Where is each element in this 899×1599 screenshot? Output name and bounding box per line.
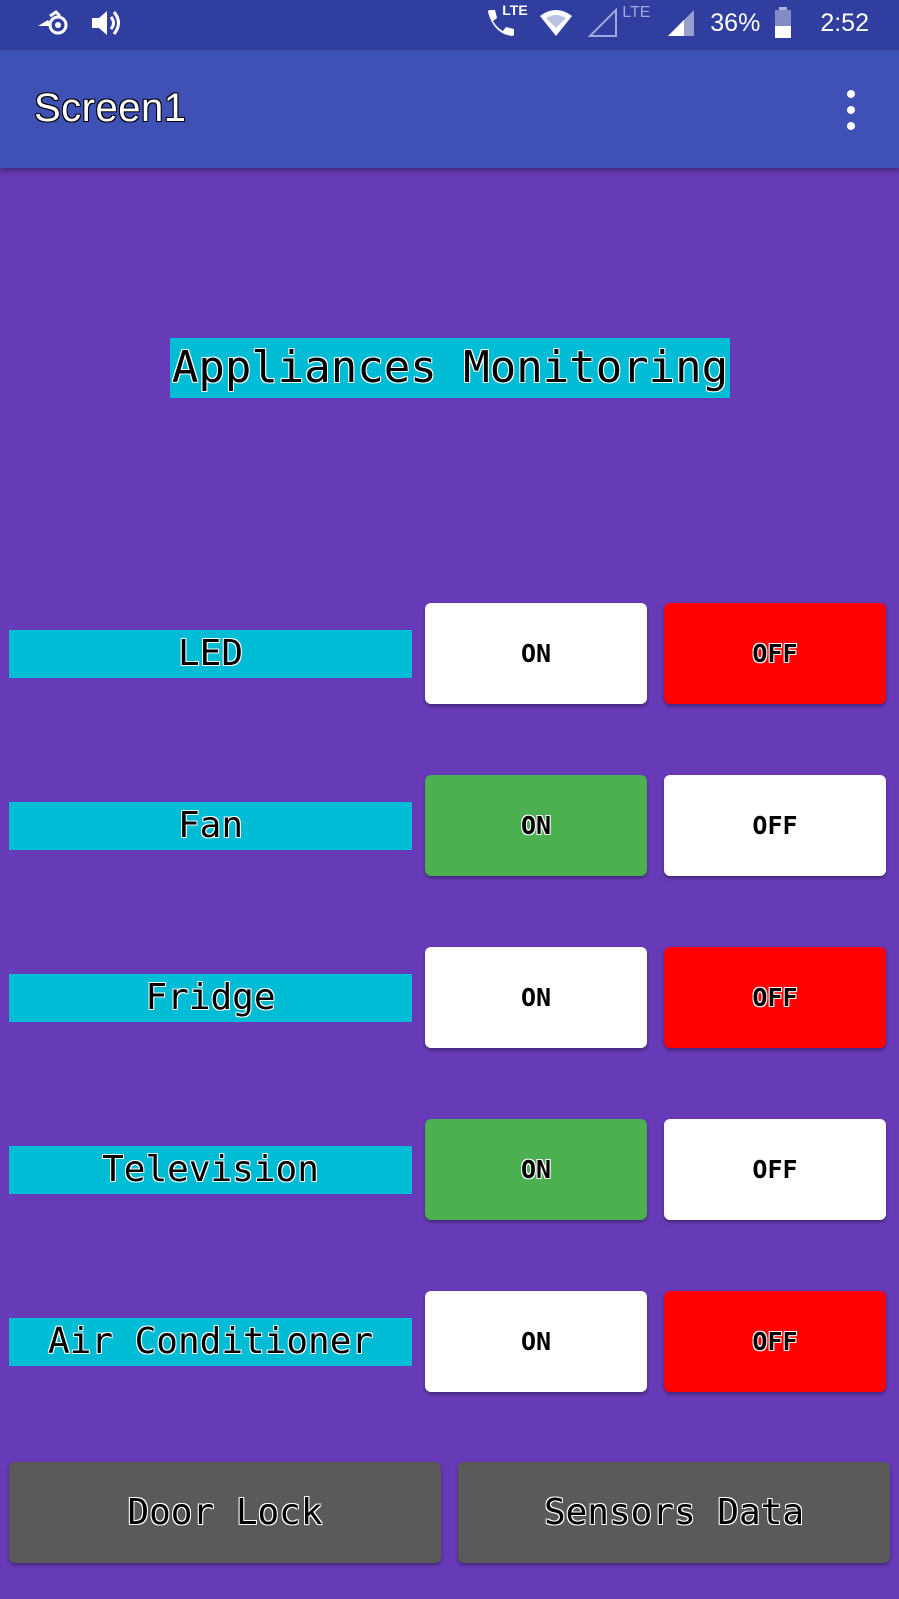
volume-icon (90, 8, 122, 38)
on-button[interactable]: ON (425, 603, 647, 704)
off-button[interactable]: OFF (664, 1119, 886, 1220)
app-bar: Screen1 (0, 50, 899, 168)
on-button[interactable]: ON (425, 947, 647, 1048)
off-button[interactable]: OFF (664, 947, 886, 1048)
app-title: Screen1 (34, 86, 187, 130)
status-bar-right: LTE LTE 36% 2:52 (484, 2, 869, 40)
on-button[interactable]: ON (425, 1119, 647, 1220)
status-bar-left (36, 8, 122, 38)
notification-app-icon (36, 8, 72, 38)
appliance-row: Television ON OFF (0, 1119, 899, 1221)
appliance-row: LED ON OFF (0, 603, 899, 705)
appliance-label: Fan (9, 802, 412, 850)
battery-icon (774, 7, 792, 39)
on-button[interactable]: ON (425, 775, 647, 876)
on-button[interactable]: ON (425, 1291, 647, 1392)
appliance-row: Fridge ON OFF (0, 947, 899, 1049)
appliance-label: Television (9, 1146, 412, 1194)
signal-empty-icon: LTE (588, 4, 650, 38)
door-lock-button[interactable]: Door Lock (9, 1462, 441, 1563)
overflow-menu-icon[interactable] (843, 90, 859, 130)
lte-label-2: LTE (622, 4, 651, 21)
page-heading: Appliances Monitoring (170, 338, 730, 398)
appliance-label: LED (9, 630, 412, 678)
appliance-label: Fridge (9, 974, 412, 1022)
off-button[interactable]: OFF (664, 603, 886, 704)
volte-call-icon: LTE (484, 2, 528, 40)
signal-icon (666, 8, 696, 38)
off-button[interactable]: OFF (664, 775, 886, 876)
appliance-row: Fan ON OFF (0, 775, 899, 877)
sensors-data-button[interactable]: Sensors Data (458, 1462, 890, 1563)
status-bar: LTE LTE 36% 2:52 (0, 0, 899, 50)
battery-percent: 36% (710, 8, 761, 37)
clock: 2:52 (820, 8, 869, 37)
off-button[interactable]: OFF (664, 1291, 886, 1392)
lte-label: LTE (502, 2, 528, 18)
appliance-row: Air Conditioner ON OFF (0, 1291, 899, 1393)
wifi-icon (538, 8, 574, 38)
appliance-label: Air Conditioner (9, 1318, 412, 1366)
